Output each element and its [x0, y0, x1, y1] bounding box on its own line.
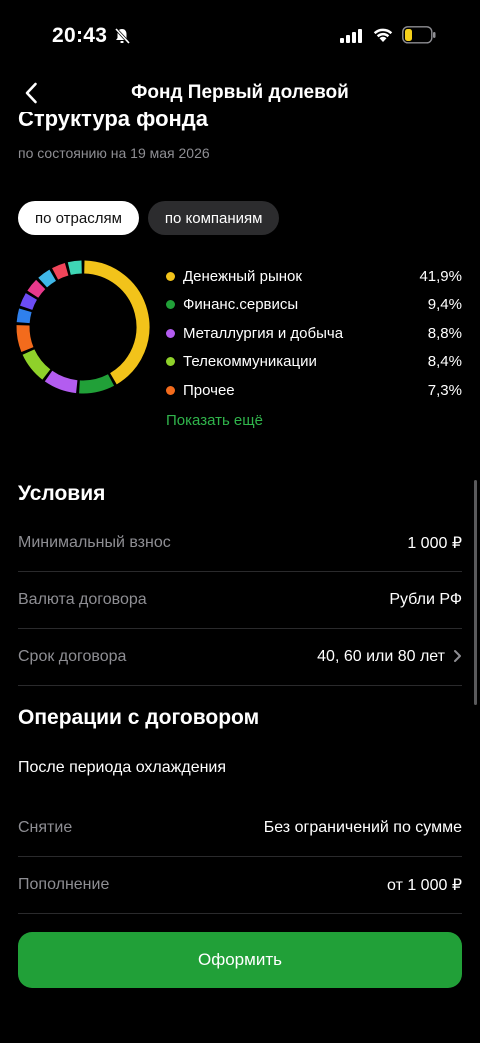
- tab-by-industry[interactable]: по отраслям: [18, 201, 139, 235]
- legend-value: 9,4%: [427, 296, 462, 314]
- scrollbar[interactable]: [474, 480, 477, 705]
- row-value: Рубли РФ: [389, 591, 462, 608]
- legend-item: Финанс.сервисы 9,4%: [166, 291, 462, 320]
- structure-title-wrap: Структура фонда: [0, 112, 480, 134]
- donut-segment: [22, 349, 51, 380]
- legend-item: Телекоммуникации 8,4%: [166, 348, 462, 377]
- wifi-icon: [372, 26, 394, 48]
- chevron-right-icon: [453, 647, 462, 668]
- structure-donut-chart: [16, 260, 150, 394]
- donut-segment-other: [52, 263, 69, 280]
- donut-segment-other: [20, 293, 38, 310]
- legend-name: Прочее: [183, 381, 235, 399]
- row-value: от 1 000 ₽: [387, 877, 462, 894]
- donut-segment-other: [67, 260, 82, 275]
- donut-segment-other: [16, 308, 32, 324]
- donut-segment-other: [27, 279, 46, 298]
- legend-name: Финанс.сервисы: [183, 296, 299, 314]
- condition-row-term[interactable]: Срок договора 40, 60 или 80 лет: [18, 629, 462, 686]
- condition-row-min-payment: Минимальный взнос 1 000 ₽: [18, 515, 462, 572]
- legend-item: Металлургия и добыча 8,8%: [166, 319, 462, 348]
- battery-icon: [402, 26, 436, 49]
- legend-dot: [166, 300, 175, 310]
- show-more-link[interactable]: Показать ещё: [166, 412, 263, 429]
- legend-value: 41,9%: [419, 267, 462, 285]
- legend-value: 8,4%: [427, 353, 462, 371]
- page-title: Фонд Первый долевой: [131, 82, 349, 103]
- donut-segment: [79, 374, 115, 394]
- structure-title: Структура фонда: [18, 112, 208, 131]
- structure-date: по состоянию на 19 мая 2026: [18, 145, 210, 161]
- donut-segment-other: [38, 269, 57, 288]
- legend-name: Денежный рынок: [183, 267, 302, 285]
- row-label: Пополнение: [18, 876, 110, 893]
- operations-title: Операции с договором: [18, 706, 260, 729]
- legend-name: Металлургия и добыча: [183, 324, 344, 342]
- legend-item: Прочее 7,3%: [166, 376, 462, 405]
- row-label: Минимальный взнос: [18, 534, 171, 551]
- legend-dot: [166, 328, 175, 338]
- structure-tabs: по отраслям по компаниям: [18, 201, 280, 235]
- row-label: Валюта договора: [18, 591, 147, 608]
- structure-legend: Денежный рынок 41,9% Финанс.сервисы 9,4%…: [166, 262, 462, 405]
- row-value: Без ограничений по сумме: [263, 819, 462, 836]
- row-label: Снятие: [18, 819, 73, 836]
- apply-button[interactable]: Оформить: [18, 932, 462, 988]
- donut-segment: [44, 370, 78, 394]
- legend-dot: [166, 271, 175, 281]
- legend-value: 7,3%: [427, 381, 462, 399]
- donut-segment: [84, 260, 150, 385]
- donut-segment: [16, 325, 34, 353]
- bell-muted-icon: [113, 27, 131, 50]
- nav-bar: Фонд Первый долевой: [0, 72, 480, 112]
- legend-value: 8,8%: [427, 324, 462, 342]
- legend-item: Денежный рынок 41,9%: [166, 262, 462, 291]
- conditions-title: Условия: [18, 482, 106, 505]
- operation-row-deposit: Пополнение от 1 000 ₽: [18, 857, 462, 914]
- row-value: 1 000 ₽: [407, 535, 462, 552]
- cellular-signal-icon: [340, 28, 362, 49]
- status-bar: 20:43: [0, 0, 480, 70]
- legend-dot: [166, 385, 175, 395]
- tab-by-company[interactable]: по компаниям: [147, 201, 280, 235]
- row-value: 40, 60 или 80 лет: [317, 648, 445, 665]
- operations-subtitle: После периода охлаждения: [18, 759, 227, 776]
- row-label: Срок договора: [18, 648, 127, 665]
- legend-name: Телекоммуникации: [183, 353, 317, 371]
- operation-row-withdrawal: Снятие Без ограничений по сумме: [18, 800, 462, 857]
- condition-row-currency: Валюта договора Рубли РФ: [18, 572, 462, 629]
- status-time: 20:43: [52, 24, 108, 47]
- legend-dot: [166, 357, 175, 367]
